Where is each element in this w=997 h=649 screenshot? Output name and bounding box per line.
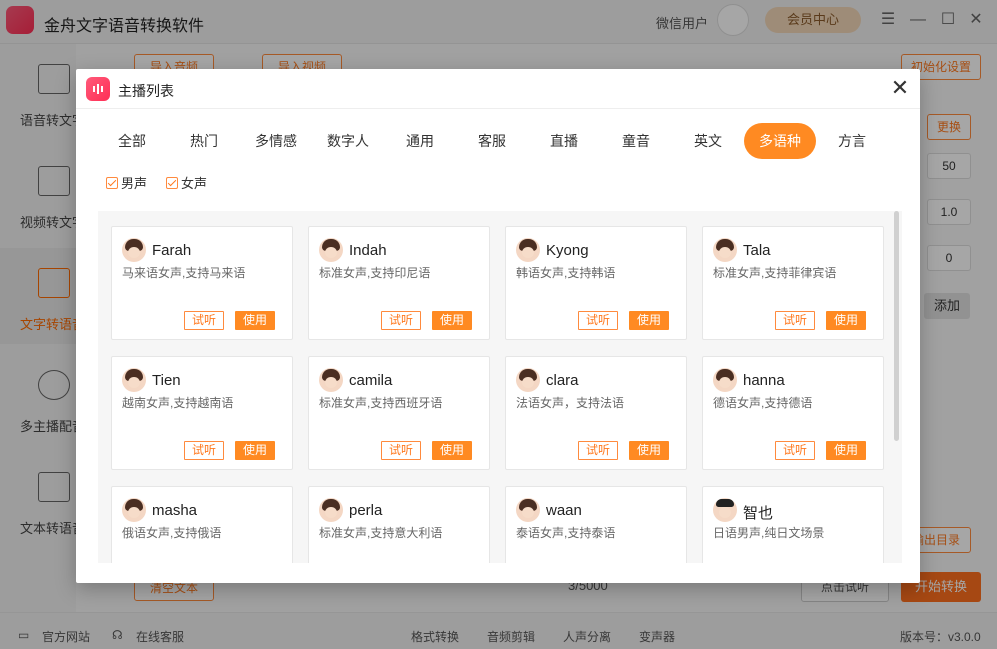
voice-card[interactable]: Tien 越南女声,支持越南语 试听 使用 [111,356,293,470]
voice-name: waan [546,502,582,519]
dialog-header: 主播列表 ✕ [76,69,920,109]
avatar [713,238,737,262]
voice-card[interactable]: Farah 马来语女声,支持马来语 试听 使用 [111,226,293,340]
use-button[interactable]: 使用 [826,441,866,460]
avatar [319,238,343,262]
voice-desc: 标准女声,支持菲律宾语 [713,266,837,280]
avatar [516,498,540,522]
voice-name: Indah [349,242,387,259]
tab-child[interactable]: 童音 [600,123,672,159]
voice-card[interactable]: waan 泰语女声,支持泰语 [505,486,687,563]
voice-grid: Farah 马来语女声,支持马来语 试听 使用 Indah 标准女声,支持印尼语… [98,211,902,563]
close-icon[interactable]: ✕ [888,77,912,101]
voice-card[interactable]: camila 标准女声,支持西班牙语 试听 使用 [308,356,490,470]
avatar [713,498,737,522]
voice-card[interactable]: 智也 日语男声,纯日文场景 [702,486,884,563]
voice-desc: 日语男声,纯日文场景 [713,526,825,540]
tab-hot[interactable]: 热门 [168,123,240,159]
voice-desc: 越南女声,支持越南语 [122,396,234,410]
use-button[interactable]: 使用 [629,311,669,330]
voice-desc: 标准女声,支持意大利语 [319,526,443,540]
listen-button[interactable]: 试听 [184,311,224,330]
avatar [122,368,146,392]
listen-button[interactable]: 试听 [381,441,421,460]
tab-emotion[interactable]: 多情感 [240,123,312,159]
voice-name: Kyong [546,242,589,259]
listen-button[interactable]: 试听 [381,311,421,330]
voice-card[interactable]: hanna 德语女声,支持德语 试听 使用 [702,356,884,470]
use-button[interactable]: 使用 [826,311,866,330]
voice-card[interactable]: Indah 标准女声,支持印尼语 试听 使用 [308,226,490,340]
anchor-list-dialog: 主播列表 ✕ 全部 热门 多情感 数字人 通用 客服 直播 童音 英文 多语种 … [76,69,920,583]
listen-button[interactable]: 试听 [184,441,224,460]
avatar [319,498,343,522]
listen-button[interactable]: 试听 [578,441,618,460]
voice-card[interactable]: perla 标准女声,支持意大利语 [308,486,490,563]
filter-label: 女声 [181,176,208,191]
voice-name: Tala [743,242,771,259]
voice-card[interactable]: Kyong 韩语女声,支持韩语 试听 使用 [505,226,687,340]
use-button[interactable]: 使用 [235,311,275,330]
use-button[interactable]: 使用 [629,441,669,460]
voice-card[interactable]: masha 俄语女声,支持俄语 [111,486,293,563]
use-button[interactable]: 使用 [432,311,472,330]
voice-desc: 法语女声，支持法语 [516,396,625,410]
voice-desc: 泰语女声,支持泰语 [516,526,616,540]
tab-service[interactable]: 客服 [456,123,528,159]
listen-button[interactable]: 试听 [578,311,618,330]
voice-desc: 韩语女声,支持韩语 [516,266,616,280]
tab-digital-human[interactable]: 数字人 [312,123,384,159]
voice-name: Tien [152,372,181,389]
listen-button[interactable]: 试听 [775,311,815,330]
avatar [122,238,146,262]
use-button[interactable]: 使用 [235,441,275,460]
checkbox-checked-icon [106,177,118,189]
app-logo-icon [86,77,110,101]
voice-desc: 德语女声,支持德语 [713,396,813,410]
tab-all[interactable]: 全部 [96,123,168,159]
listen-button[interactable]: 试听 [775,441,815,460]
voice-name: perla [349,502,383,519]
avatar [122,498,146,522]
voice-card[interactable]: clara 法语女声，支持法语 试听 使用 [505,356,687,470]
tab-general[interactable]: 通用 [384,123,456,159]
tab-multilingual[interactable]: 多语种 [744,123,816,159]
male-filter-checkbox[interactable]: 男声 [106,173,147,192]
dialog-title: 主播列表 [118,83,174,99]
avatar [713,368,737,392]
voice-name: camila [349,372,393,389]
voice-name: clara [546,372,579,389]
voice-name: hanna [743,372,785,389]
voice-card[interactable]: Tala 标准女声,支持菲律宾语 试听 使用 [702,226,884,340]
avatar [516,238,540,262]
voice-name: masha [152,502,198,519]
voice-desc: 标准女声,支持印尼语 [319,266,431,280]
voice-name: 智也 [743,505,774,522]
tab-english[interactable]: 英文 [672,123,744,159]
tab-dialect[interactable]: 方言 [816,123,888,159]
avatar [516,368,540,392]
avatar [319,368,343,392]
checkbox-checked-icon [166,177,178,189]
female-filter-checkbox[interactable]: 女声 [166,173,207,192]
tab-live[interactable]: 直播 [528,123,600,159]
filter-label: 男声 [121,176,148,191]
use-button[interactable]: 使用 [432,441,472,460]
voice-desc: 俄语女声,支持俄语 [122,526,222,540]
voice-desc: 马来语女声,支持马来语 [122,266,246,280]
voice-name: Farah [152,242,192,259]
voice-desc: 标准女声,支持西班牙语 [319,396,443,410]
scrollbar[interactable] [894,211,899,441]
